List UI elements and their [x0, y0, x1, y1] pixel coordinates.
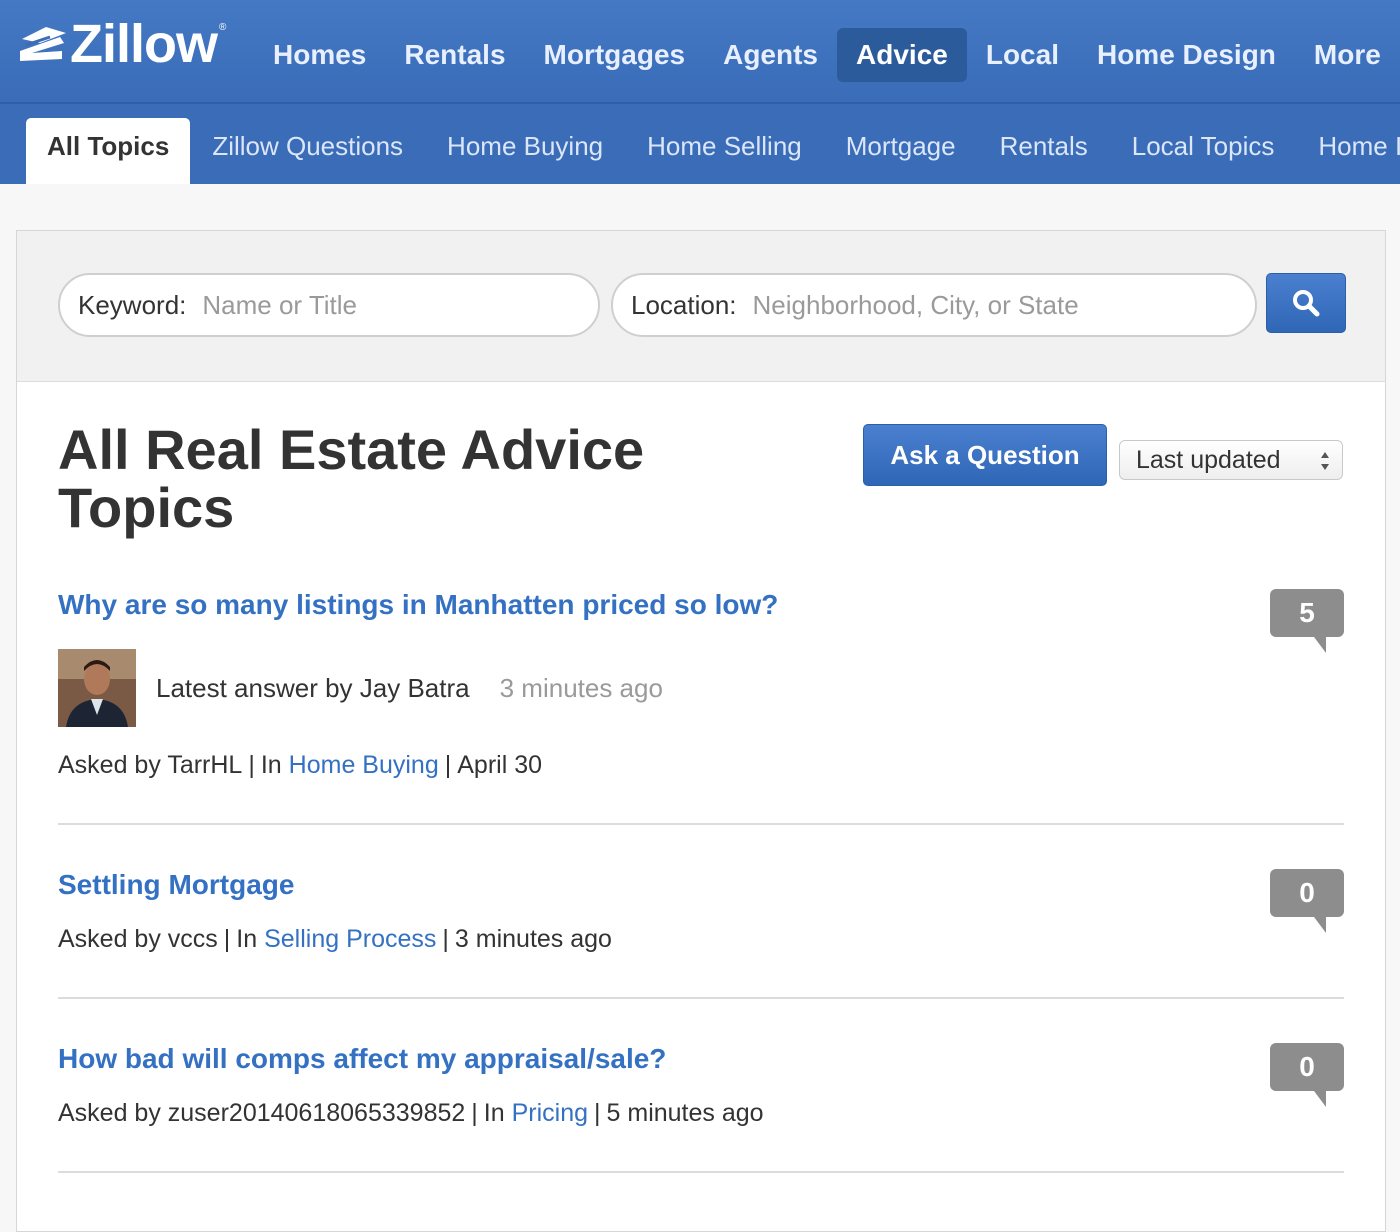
search-bar: Keyword: Location:: [17, 231, 1385, 382]
location-field[interactable]: Location:: [611, 273, 1257, 337]
tab-mortgage[interactable]: Mortgage: [824, 118, 978, 184]
answer-count: 0: [1299, 1051, 1315, 1082]
meta-separator: |: [248, 751, 255, 779]
in-label: In: [260, 751, 282, 779]
in-label: In: [236, 925, 258, 953]
nav-item-agents[interactable]: Agents: [704, 28, 837, 82]
nav-item-rentals[interactable]: Rentals: [385, 28, 524, 82]
answer-count: 5: [1299, 597, 1315, 628]
question-meta: Asked by vccs | In Selling Process | 3 minut…: [58, 925, 612, 954]
speech-bubble-tail: [1314, 917, 1326, 933]
answer-count-badge[interactable]: 0: [1270, 1043, 1344, 1107]
asked-by: Asked by TarrHL: [58, 751, 243, 779]
topic-tabs: All Topics Zillow Questions Home Buying …: [26, 118, 1400, 184]
content-panel: Keyword: Location: All Real Estate Advic…: [16, 230, 1386, 1232]
meta-separator: |: [223, 925, 231, 953]
answer-count-badge[interactable]: 0: [1270, 869, 1344, 933]
divider: [58, 1171, 1344, 1173]
question-title-link[interactable]: How bad will comps affect my appraisal/s…: [58, 1043, 1344, 1075]
trademark-symbol: ®: [218, 22, 227, 33]
speech-bubble-tail: [1314, 1091, 1326, 1107]
speech-bubble-tail: [1314, 637, 1326, 653]
category-link[interactable]: Home Buying: [289, 751, 439, 779]
category-link[interactable]: Pricing: [512, 1099, 588, 1127]
sort-select[interactable]: Last updated: [1119, 440, 1343, 480]
nav-item-homes[interactable]: Homes: [254, 28, 385, 82]
asked-by: Asked by vccs: [58, 925, 218, 953]
in-label: In: [483, 1099, 505, 1127]
search-button[interactable]: [1266, 273, 1346, 333]
nav-item-more[interactable]: More: [1295, 28, 1400, 82]
question-meta: Asked by zuser20140618065339852 | In Prici…: [58, 1099, 764, 1128]
question-item: Why are so many listings in Manhatten pr…: [58, 589, 1344, 779]
meta-separator: |: [594, 1099, 601, 1127]
avatar[interactable]: [58, 649, 136, 727]
ask-question-button[interactable]: Ask a Question: [863, 424, 1107, 486]
search-icon: [1293, 290, 1320, 317]
question-date: 5 minutes ago: [606, 1099, 764, 1127]
nav-item-local[interactable]: Local: [967, 28, 1078, 82]
top-navigation: Zillow ® Homes Rentals Mortgages Agents …: [0, 0, 1400, 104]
keyword-label: Keyword:: [78, 289, 187, 320]
meta-separator: |: [471, 1099, 478, 1127]
latest-answer-row: Latest answer by Jay Batra 3 minutes ago: [58, 649, 663, 727]
keyword-field[interactable]: Keyword:: [58, 273, 600, 337]
question-meta: Asked by TarrHL | In Home Buying | April 30: [58, 751, 542, 780]
keyword-input[interactable]: [202, 289, 598, 321]
divider: [58, 997, 1344, 999]
tab-local-topics[interactable]: Local Topics: [1110, 118, 1297, 184]
zillow-logo[interactable]: Zillow ®: [16, 14, 226, 74]
answer-count: 0: [1299, 877, 1315, 908]
question-date: April 30: [457, 751, 542, 779]
meta-separator: |: [442, 925, 449, 953]
tab-rentals[interactable]: Rentals: [978, 118, 1110, 184]
page-title: All Real Estate Advice Topics: [58, 418, 645, 539]
location-input[interactable]: [752, 289, 1255, 321]
latest-answer-text: Latest answer by Jay Batra: [156, 672, 470, 703]
tab-home-buying[interactable]: Home Buying: [425, 118, 625, 184]
category-link[interactable]: Selling Process: [264, 925, 436, 953]
main-nav: Homes Rentals Mortgages Agents Advice Lo…: [254, 28, 1400, 82]
tab-home-selling[interactable]: Home Selling: [625, 118, 824, 184]
select-arrows-icon: [1321, 452, 1329, 470]
question-title-link[interactable]: Settling Mortgage: [58, 869, 1344, 901]
tab-all-topics[interactable]: All Topics: [26, 118, 191, 184]
tab-zillow-questions[interactable]: Zillow Questions: [190, 118, 425, 184]
asked-by: Asked by zuser20140618065339852: [58, 1099, 466, 1127]
meta-separator: |: [444, 751, 452, 779]
nav-item-advice[interactable]: Advice: [837, 28, 967, 82]
question-item: How bad will comps affect my appraisal/s…: [58, 1043, 1344, 1133]
brand-name: Zillow: [70, 14, 218, 74]
latest-answer-time: 3 minutes ago: [499, 672, 663, 703]
tab-home-improvement[interactable]: Home Improvement: [1296, 118, 1400, 184]
user-photo-icon: [58, 649, 136, 727]
question-item: Settling Mortgage 0 Asked by vccs | In Sel…: [58, 869, 1344, 959]
divider: [58, 823, 1344, 825]
zillow-z-icon: [20, 27, 66, 61]
nav-item-mortgages[interactable]: Mortgages: [525, 28, 705, 82]
sort-selected-value: Last updated: [1136, 445, 1281, 474]
answer-count-badge[interactable]: 5: [1270, 589, 1344, 653]
question-date: 3 minutes ago: [454, 925, 612, 953]
question-title-link[interactable]: Why are so many listings in Manhatten pr…: [58, 589, 1344, 621]
topic-tabs-bar: All Topics Zillow Questions Home Buying …: [0, 104, 1400, 184]
nav-item-home-design[interactable]: Home Design: [1078, 28, 1295, 82]
location-label: Location:: [631, 289, 737, 320]
